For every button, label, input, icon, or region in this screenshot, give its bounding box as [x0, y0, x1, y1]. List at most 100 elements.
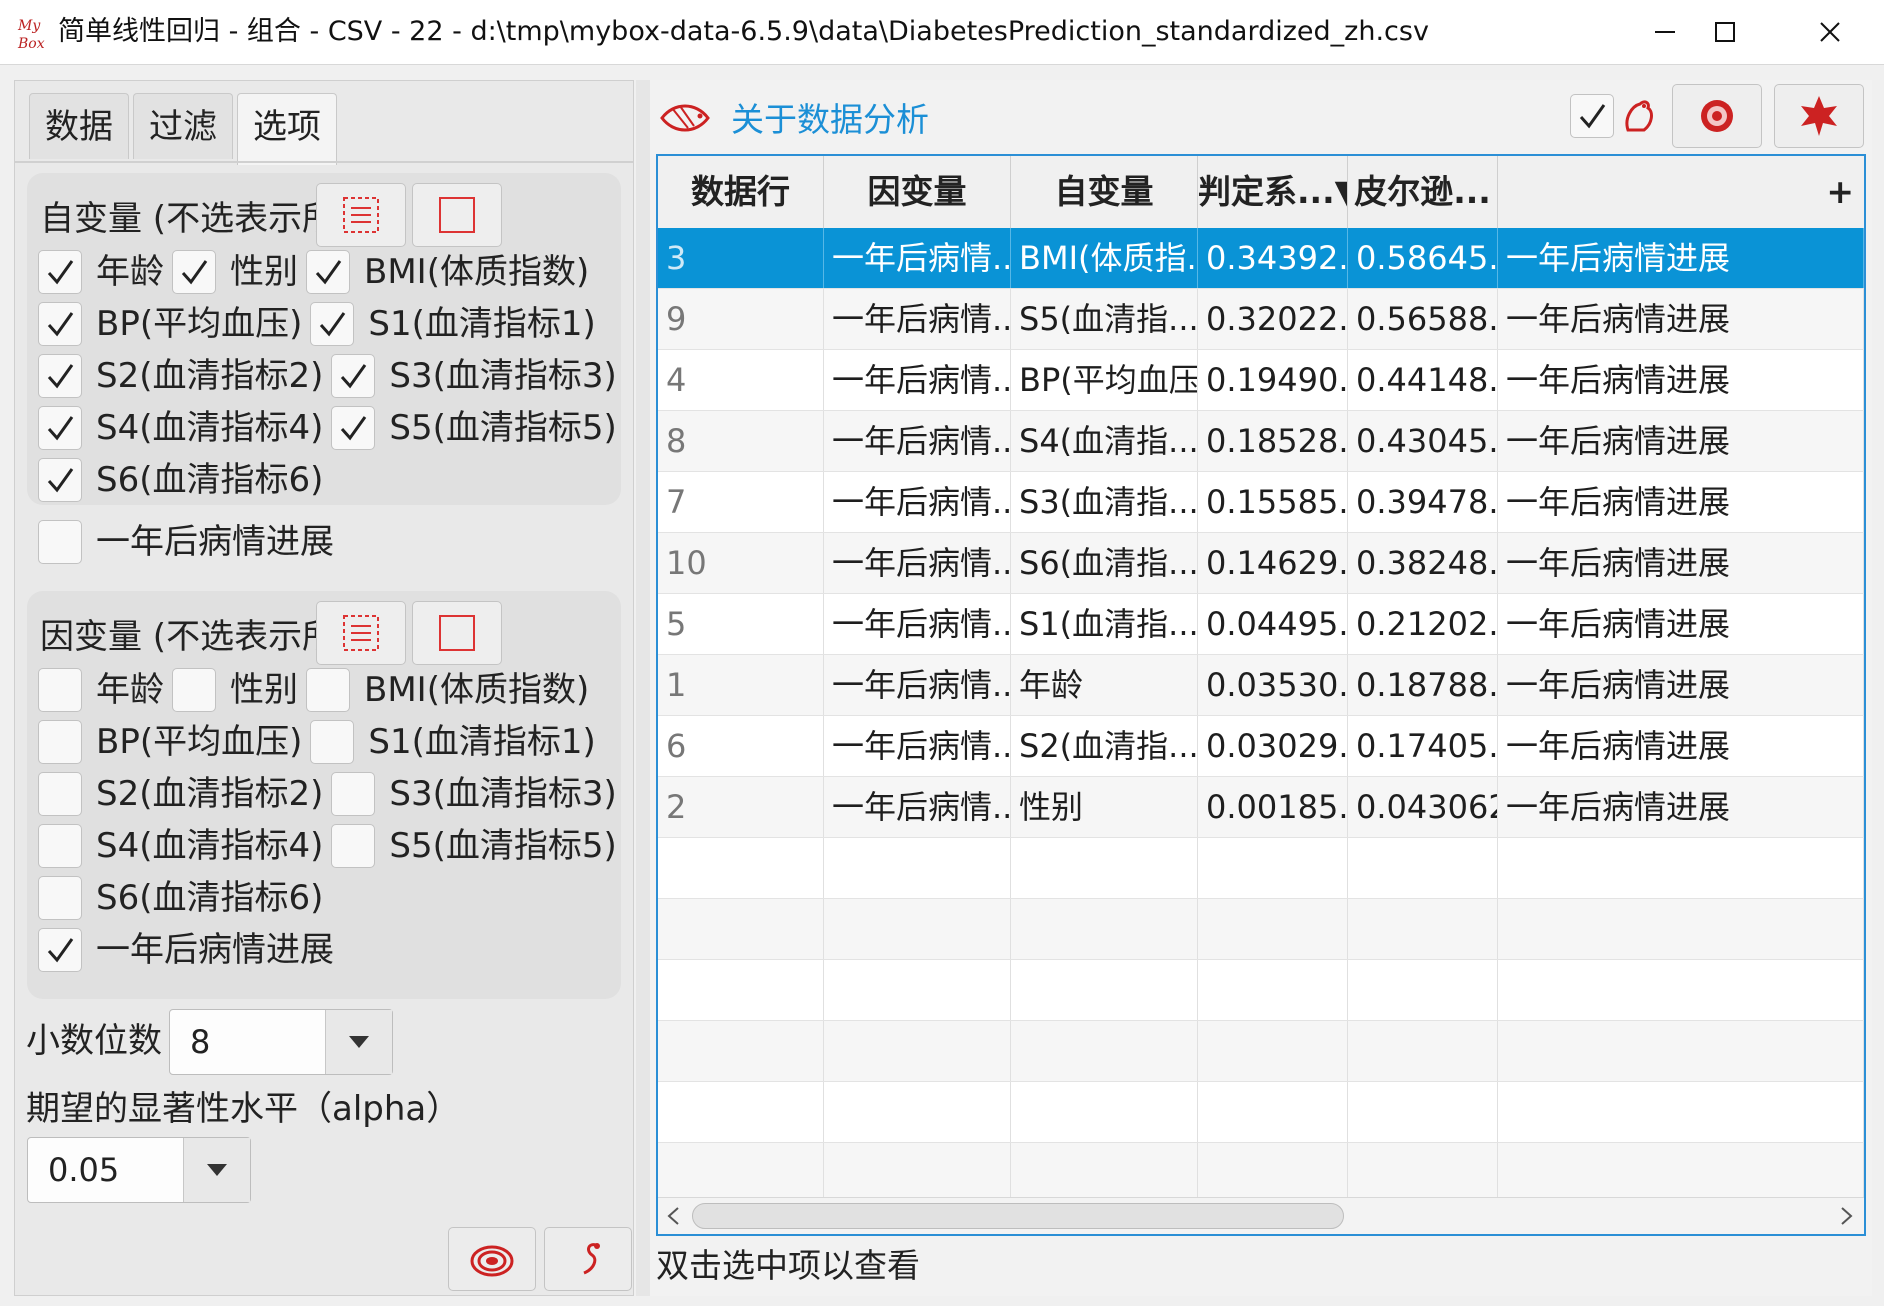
fish-icon — [660, 104, 710, 132]
checkbox-s3[interactable] — [331, 354, 376, 398]
maple-button[interactable] — [1774, 84, 1864, 148]
checkbox-s4[interactable] — [38, 406, 82, 450]
about-data-analysis-link[interactable]: 关于数据分析 — [731, 98, 929, 142]
horizontal-scrollbar[interactable] — [658, 1197, 1864, 1234]
table-row[interactable]: 1一年后病情...年龄0.03530...0.18788...一年后病情进展 — [658, 655, 1864, 716]
table-row[interactable]: 2一年后病情...性别0.00185...0.043062一年后病情进展 — [658, 777, 1864, 838]
checkbox-age[interactable] — [38, 250, 82, 294]
toggle-checkbox[interactable] — [1570, 94, 1614, 138]
column-header-r-squared[interactable]: 判定系...▼ — [1198, 156, 1348, 228]
checkbox-row: S2(血清指标2) S3(血清指标3) — [38, 769, 625, 819]
scroll-left-icon[interactable] — [666, 1207, 680, 1225]
table-row[interactable]: 3一年后病情...BMI(体质指...0.34392...0.58645...一… — [658, 228, 1864, 289]
scrollbar-thumb[interactable] — [692, 1203, 1344, 1229]
alpha-select[interactable]: 0.05 — [27, 1137, 251, 1203]
table-cell — [1348, 960, 1498, 1020]
checkbox-s5[interactable] — [331, 406, 376, 450]
select-all-icon — [343, 197, 379, 233]
checkbox-s3[interactable] — [331, 772, 376, 816]
checkbox-label: 年龄 — [96, 670, 164, 710]
close-button[interactable] — [1800, 0, 1860, 64]
calculate-button[interactable] — [448, 1227, 536, 1291]
checkbox-s1[interactable] — [310, 720, 355, 764]
peony-icon — [1701, 100, 1733, 132]
spiral-icon — [470, 1245, 514, 1277]
select-all-button[interactable] — [316, 601, 406, 665]
tab-data[interactable]: 数据 — [29, 93, 129, 159]
checkbox-s1[interactable] — [310, 302, 355, 346]
checkbox-sex[interactable] — [172, 668, 216, 712]
checkbox-label: S3(血清指标3) — [389, 774, 617, 814]
table-row[interactable]: 10一年后病情...S6(血清指...0.14629...0.38248...一… — [658, 533, 1864, 594]
table-row[interactable]: 5一年后病情...S1(血清指...0.04495...0.21202...一年… — [658, 594, 1864, 655]
checkbox-row: BP(平均血压) S1(血清指标1) — [38, 717, 604, 767]
table-cell — [1011, 1082, 1198, 1142]
tab-options[interactable]: 选项 — [237, 93, 337, 165]
column-header-row[interactable]: 数据行 — [658, 156, 824, 228]
column-header-pearson[interactable]: 皮尔逊... — [1348, 156, 1498, 228]
table-row[interactable]: 6一年后病情...S2(血清指...0.03029...0.17405...一年… — [658, 716, 1864, 777]
maximize-button[interactable] — [1695, 0, 1755, 64]
checkbox-s5[interactable] — [331, 824, 376, 868]
checkbox-label: S4(血清指标4) — [96, 826, 324, 866]
results-table[interactable]: 数据行 因变量 自变量 判定系...▼ 皮尔逊... + 3 一年后病情... BM… — [656, 154, 1866, 1236]
chevron-down-icon[interactable] — [325, 1010, 392, 1074]
table-cell: 0.14629... — [1198, 533, 1348, 593]
column-header-dependent[interactable]: 因变量 — [824, 156, 1011, 228]
splitter[interactable] — [636, 80, 650, 1296]
select-none-button[interactable] — [412, 601, 502, 665]
table-row[interactable]: 4一年后病情...BP(平均血压)0.19490...0.44148...一年后… — [658, 350, 1864, 411]
table-cell: 年龄 — [1011, 655, 1198, 715]
table-cell: 4 — [658, 350, 824, 410]
add-column-icon[interactable]: + — [1498, 156, 1864, 228]
checkbox-bp[interactable] — [38, 720, 82, 764]
minimize-button[interactable] — [1635, 0, 1695, 64]
checkmark-icon — [47, 260, 74, 285]
checkbox-s2[interactable] — [38, 772, 82, 816]
checkbox-s6[interactable] — [38, 458, 82, 502]
tab-filter[interactable]: 过滤 — [133, 93, 233, 159]
table-row[interactable]: 9一年后病情...S5(血清指...0.32022...0.56588...一年… — [658, 289, 1864, 350]
start-button[interactable] — [544, 1227, 632, 1291]
dependent-variables-group: 因变量 (不选表示所有) 年龄 性别 BMI(体质指数) BP(平均血压) S1… — [27, 591, 621, 999]
table-row[interactable]: 8一年后病情...S4(血清指...0.18528...0.43045...一年… — [658, 411, 1864, 472]
table-cell: S1(血清指... — [1011, 594, 1198, 654]
checkbox-row: S6(血清指标6) — [38, 873, 331, 923]
scroll-right-icon[interactable] — [1840, 1207, 1854, 1225]
checkbox-sex[interactable] — [172, 250, 216, 294]
table-cell: 一年后病情... — [824, 716, 1011, 776]
checkbox-s6[interactable] — [38, 876, 82, 920]
empty-table-row — [658, 1143, 1864, 1204]
table-cell: 0.03029... — [1198, 716, 1348, 776]
table-cell: 0.58645... — [1348, 228, 1498, 288]
checkbox-row: S4(血清指标4) S5(血清指标5) — [38, 821, 625, 871]
checkbox-label: S6(血清指标6) — [96, 878, 324, 918]
flower-button[interactable] — [1672, 84, 1762, 148]
table-cell — [658, 1143, 824, 1203]
column-header-independent[interactable]: 自变量 — [1011, 156, 1198, 228]
checkbox-progression[interactable] — [38, 520, 82, 564]
table-cell — [1498, 1021, 1864, 1081]
checkmark-icon — [341, 416, 367, 441]
checkbox-bmi[interactable] — [306, 668, 350, 712]
chevron-down-icon[interactable] — [183, 1138, 250, 1202]
checkbox-label: 性别 — [230, 670, 298, 710]
table-cell: 8 — [658, 411, 824, 471]
checkbox-label: BMI(体质指数) — [364, 252, 590, 292]
checkbox-s2[interactable] — [38, 354, 82, 398]
checkbox-bp[interactable] — [38, 302, 82, 346]
checkbox-progression[interactable] — [38, 928, 82, 972]
select-all-button[interactable] — [316, 183, 406, 247]
select-none-button[interactable] — [412, 183, 502, 247]
table-cell — [1498, 838, 1864, 898]
checkbox-age[interactable] — [38, 668, 82, 712]
checkbox-label: S1(血清指标1) — [368, 304, 596, 344]
table-cell: S5(血清指... — [1011, 289, 1198, 349]
checkbox-bmi[interactable] — [306, 250, 350, 294]
table-row[interactable]: 7一年后病情...S3(血清指...0.15585...0.39478...一年… — [658, 472, 1864, 533]
checkbox-s4[interactable] — [38, 824, 82, 868]
checkbox-row: 年龄 性别 BMI(体质指数) — [38, 665, 597, 715]
checkbox-label: 性别 — [230, 252, 298, 292]
table-cell — [824, 838, 1011, 898]
decimals-select[interactable]: 8 — [169, 1009, 393, 1075]
